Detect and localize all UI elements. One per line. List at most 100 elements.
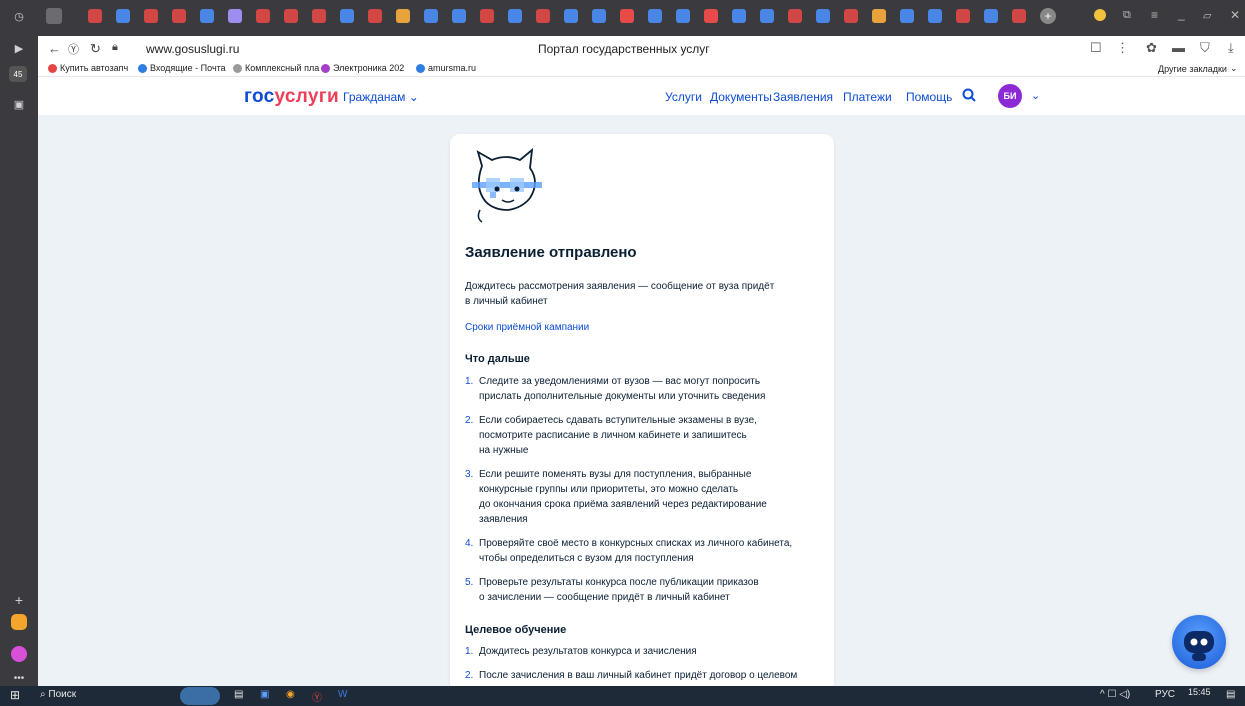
windows-start-icon[interactable]: ⊞	[10, 688, 20, 702]
close-icon[interactable]: ✕	[1230, 8, 1240, 22]
list-item-line: конкурсные группы или приоритеты, это мо…	[479, 484, 739, 495]
notifications-icon[interactable]: ▤	[1226, 689, 1235, 700]
deadline-link[interactable]: Сроки приёмной кампании	[465, 322, 589, 333]
url-field[interactable]: www.gosuslugi.ru	[146, 42, 239, 56]
browser-tab[interactable]	[872, 9, 886, 23]
bookmark-favicon-icon	[138, 63, 147, 73]
bookmark-panel-icon[interactable]: ⧉	[1123, 9, 1131, 22]
language-indicator[interactable]: РУС	[1155, 689, 1175, 700]
browser-tab[interactable]	[396, 9, 410, 23]
browser-tab[interactable]	[172, 9, 186, 23]
browser-tab[interactable]	[312, 9, 326, 23]
browser-tab[interactable]	[1012, 9, 1026, 23]
chrome-icon[interactable]: ◉	[286, 689, 295, 700]
nav-documents[interactable]: Документы	[710, 90, 772, 104]
nav-help[interactable]: Помощь	[906, 90, 952, 104]
list-item-number: 1.	[465, 646, 474, 657]
browser-tab[interactable]	[256, 9, 270, 23]
flag-icon[interactable]: ▬	[1172, 40, 1185, 55]
gosuslugi-logo[interactable]: госуслуги	[244, 86, 339, 108]
page-title: Портал государственных услуг	[538, 42, 710, 56]
nav-services[interactable]: Услуги	[665, 90, 702, 104]
restore-icon[interactable]: ▱	[1203, 9, 1211, 22]
word-icon[interactable]: W	[338, 689, 347, 700]
list-item-line: о зачислении — сообщение придёт в личный…	[479, 592, 730, 603]
browser-tab[interactable]	[648, 9, 662, 23]
site-menu-icon[interactable]: ⋮	[1116, 40, 1129, 56]
browser-tab[interactable]	[116, 9, 130, 23]
shield-icon[interactable]: ⛉	[1200, 40, 1210, 56]
assistant-robot-icon[interactable]	[1172, 615, 1226, 669]
add-panel-icon[interactable]: +	[9, 590, 29, 610]
download-icon[interactable]: ⤓	[1228, 40, 1234, 56]
menu-icon[interactable]: ≡	[1151, 8, 1158, 22]
browser-tab[interactable]	[900, 9, 914, 23]
browser-tab[interactable]	[760, 9, 774, 23]
bookmark-item[interactable]: amursma.ru	[416, 63, 476, 73]
yandex-browser-icon[interactable]: Ⓨ	[312, 689, 322, 704]
chevron-down-icon: ⌄	[408, 90, 419, 104]
browser-tab[interactable]	[536, 9, 550, 23]
list-item-number: 4.	[465, 538, 474, 549]
extension-icon[interactable]: ✿	[1146, 40, 1157, 56]
browser-tab[interactable]	[788, 9, 802, 23]
browser-tab[interactable]	[676, 9, 690, 23]
yandex-tab-icon[interactable]	[46, 8, 62, 24]
clock[interactable]: 15:45	[1188, 687, 1211, 697]
history-icon[interactable]: ◷	[9, 6, 29, 26]
browser-tab[interactable]	[228, 9, 242, 23]
alice-icon[interactable]	[11, 646, 27, 662]
profile-icon[interactable]	[1094, 9, 1106, 21]
browser-tab[interactable]	[732, 9, 746, 23]
yandex-logo-icon[interactable]: Ⓨ	[68, 41, 79, 57]
browser-tab[interactable]	[88, 9, 102, 23]
task-view-icon[interactable]: ▤	[234, 689, 243, 700]
tabs-count-badge[interactable]: 45	[9, 66, 27, 82]
browser-tab[interactable]	[424, 9, 438, 23]
browser-tab[interactable]	[200, 9, 214, 23]
chevron-down-icon[interactable]: ⌄	[1031, 89, 1040, 102]
new-tab-icon[interactable]: +	[1040, 8, 1056, 24]
browser-tab[interactable]	[284, 9, 298, 23]
reload-icon[interactable]: ↻	[90, 41, 101, 57]
browser-tab[interactable]	[928, 9, 942, 23]
back-icon[interactable]: ←	[48, 41, 61, 56]
browser-tab[interactable]	[592, 9, 606, 23]
browser-tab[interactable]	[340, 9, 354, 23]
browser-tab[interactable]	[508, 9, 522, 23]
avatar[interactable]: БИ	[998, 84, 1022, 108]
browser-tab[interactable]	[956, 9, 970, 23]
browser-tab[interactable]	[480, 9, 494, 23]
mail-app-icon[interactable]	[11, 614, 27, 630]
browser-tab[interactable]	[816, 9, 830, 23]
bookmark-item[interactable]: Купить автозапч	[48, 63, 128, 73]
browser-tab[interactable]	[704, 9, 718, 23]
media-icon[interactable]: ▶	[9, 38, 29, 58]
browser-tab[interactable]	[984, 9, 998, 23]
address-bar: ← Ⓨ ↻ 🔒︎ www.gosuslugi.ru Портал государ…	[38, 36, 1245, 63]
browser-tab[interactable]	[844, 9, 858, 23]
browser-tab[interactable]	[144, 9, 158, 23]
tray-icons[interactable]: ^ ☐ ◁)	[1100, 689, 1130, 700]
minimize-icon[interactable]: _	[1178, 7, 1185, 21]
other-bookmarks[interactable]: Другие закладки ⌄	[1158, 63, 1238, 74]
lock-icon[interactable]: 🔒︎	[112, 41, 118, 54]
bookmark-item[interactable]: Электроника 202	[321, 63, 404, 73]
weather-widget[interactable]	[180, 687, 220, 705]
browser-tab[interactable]	[620, 9, 634, 23]
taskbar-search[interactable]: ⌕ Поиск	[40, 689, 76, 700]
browser-tab[interactable]	[564, 9, 578, 23]
bookmark-icon[interactable]: ☐	[1090, 40, 1102, 56]
nav-applications[interactable]: Заявления	[773, 90, 833, 104]
bookmark-item[interactable]: Входящие - Почта	[138, 63, 226, 73]
more-icon[interactable]: •••	[9, 668, 29, 688]
list-item: 3. Если решите поменять вузы для поступле…	[465, 467, 825, 527]
search-icon[interactable]	[962, 88, 976, 102]
bookmark-item[interactable]: Комплексный пла	[233, 63, 319, 73]
nav-payments[interactable]: Платежи	[843, 90, 892, 104]
citizens-dropdown[interactable]: Гражданам ⌄	[343, 90, 419, 104]
browser-tab[interactable]	[368, 9, 382, 23]
browser-tab[interactable]	[452, 9, 466, 23]
collections-icon[interactable]: ▣	[9, 94, 29, 114]
explorer-icon[interactable]: ▣	[260, 689, 269, 700]
